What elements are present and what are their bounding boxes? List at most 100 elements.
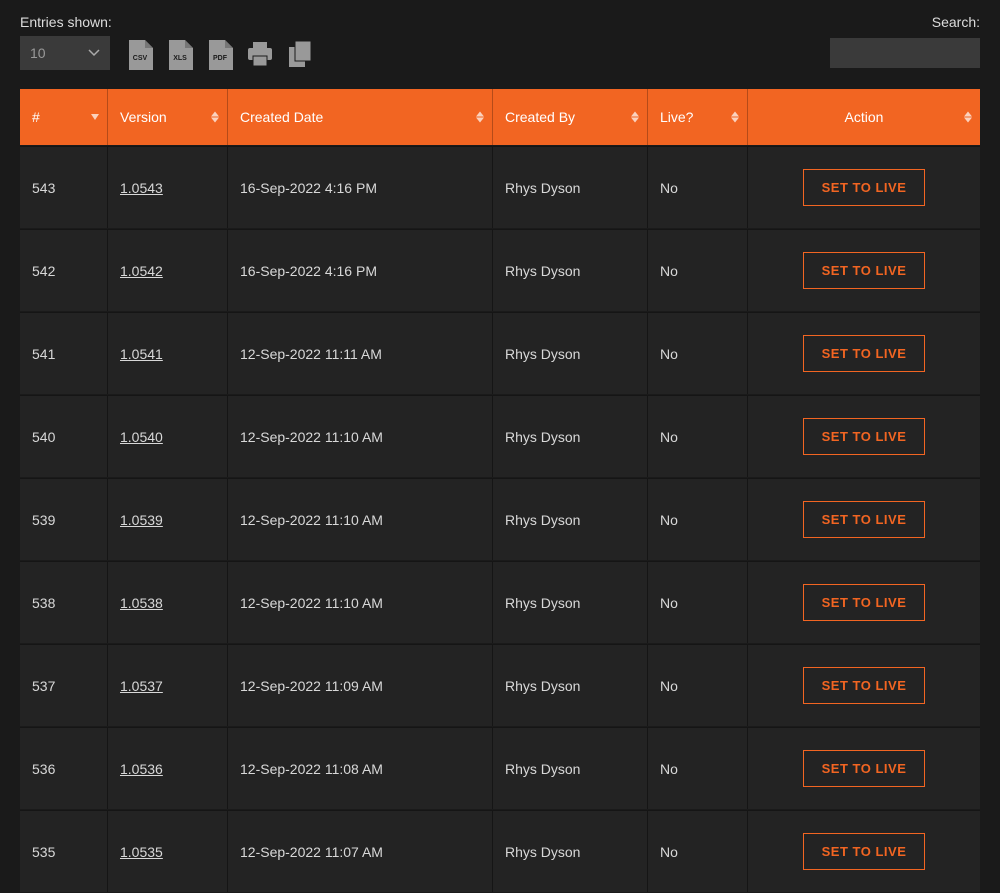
cell-created-date: 16-Sep-2022 4:16 PM bbox=[228, 229, 493, 311]
cell-created-by: Rhys Dyson bbox=[493, 229, 648, 311]
cell-number: 543 bbox=[20, 146, 108, 228]
entries-shown-value: 10 bbox=[30, 45, 46, 61]
version-link[interactable]: 1.0539 bbox=[120, 512, 163, 528]
cell-action: SET TO LIVE bbox=[748, 810, 980, 892]
table-row: 538 1.0538 12-Sep-2022 11:10 AMRhys DysonN… bbox=[20, 561, 980, 643]
cell-created-date: 12-Sep-2022 11:10 AM bbox=[228, 561, 493, 643]
cell-version: 1.0541 bbox=[108, 312, 228, 394]
export-xls-icon[interactable]: XLS bbox=[166, 40, 194, 70]
cell-created-date: 16-Sep-2022 4:16 PM bbox=[228, 146, 493, 228]
cell-action: SET TO LIVE bbox=[748, 312, 980, 394]
cell-action: SET TO LIVE bbox=[748, 395, 980, 477]
cell-created-by: Rhys Dyson bbox=[493, 395, 648, 477]
search-label: Search: bbox=[932, 14, 980, 30]
version-link[interactable]: 1.0541 bbox=[120, 346, 163, 362]
version-link[interactable]: 1.0540 bbox=[120, 429, 163, 445]
table-row: 5411.054112-Sep-2022 11:11 AMRhys DysonN… bbox=[20, 312, 980, 394]
cell-live: No bbox=[648, 229, 748, 311]
set-to-live-button[interactable]: SET TO LIVE bbox=[803, 584, 926, 621]
table-row: 5391.053912-Sep-2022 11:10 AMRhys DysonN… bbox=[20, 478, 980, 560]
cell-number: 541 bbox=[20, 312, 108, 394]
export-icons: CSV XLS PDF bbox=[126, 40, 314, 70]
cell-action: SET TO LIVE bbox=[748, 727, 980, 809]
version-link[interactable]: 1.0543 bbox=[120, 180, 163, 196]
toolbar-left: Entries shown: 10 CSV XLS PDF bbox=[20, 14, 314, 70]
set-to-live-button[interactable]: SET TO LIVE bbox=[803, 667, 926, 704]
sort-icon bbox=[631, 112, 639, 123]
cell-live: No bbox=[648, 312, 748, 394]
search-input[interactable] bbox=[830, 38, 980, 68]
cell-created-by: Rhys Dyson bbox=[493, 146, 648, 228]
sort-desc-icon bbox=[91, 114, 99, 120]
column-header-live[interactable]: Live? bbox=[648, 89, 748, 145]
column-header-version[interactable]: Version bbox=[108, 89, 228, 145]
cell-live: No bbox=[648, 395, 748, 477]
cell-live: No bbox=[648, 561, 748, 643]
cell-created-date: 12-Sep-2022 11:10 AM bbox=[228, 395, 493, 477]
data-table: # Version Created Date Cr bbox=[20, 88, 980, 893]
entries-shown-select[interactable]: 10 bbox=[20, 36, 110, 70]
cell-version: 1.0536 bbox=[108, 727, 228, 809]
set-to-live-button[interactable]: SET TO LIVE bbox=[803, 833, 926, 870]
cell-number: 539 bbox=[20, 478, 108, 560]
cell-version: 1.0535 bbox=[108, 810, 228, 892]
cell-created-date: 12-Sep-2022 11:09 AM bbox=[228, 644, 493, 726]
table-row: 540 1.0540 12-Sep-2022 11:10 AMRhys DysonN… bbox=[20, 395, 980, 477]
set-to-live-button[interactable]: SET TO LIVE bbox=[803, 335, 926, 372]
svg-text:CSV: CSV bbox=[133, 55, 148, 62]
table-row: 5351.053512-Sep-2022 11:07 AMRhys DysonN… bbox=[20, 810, 980, 892]
svg-text:XLS: XLS bbox=[173, 55, 187, 62]
cell-number: 542 bbox=[20, 229, 108, 311]
table-row: 542 1.0542 16-Sep-2022 4:16 PMRhys DysonNo… bbox=[20, 229, 980, 311]
version-link[interactable]: 1.0537 bbox=[120, 678, 163, 694]
version-link[interactable]: 1.0536 bbox=[120, 761, 163, 777]
svg-text:PDF: PDF bbox=[213, 55, 228, 62]
version-link[interactable]: 1.0535 bbox=[120, 844, 163, 860]
set-to-live-button[interactable]: SET TO LIVE bbox=[803, 418, 926, 455]
cell-number: 535 bbox=[20, 810, 108, 892]
cell-number: 540 bbox=[20, 395, 108, 477]
cell-live: No bbox=[648, 644, 748, 726]
entries-shown-group: Entries shown: 10 bbox=[20, 14, 112, 70]
column-header-action[interactable]: Action bbox=[748, 89, 980, 145]
cell-created-by: Rhys Dyson bbox=[493, 810, 648, 892]
export-pdf-icon[interactable]: PDF bbox=[206, 40, 234, 70]
cell-created-by: Rhys Dyson bbox=[493, 727, 648, 809]
cell-created-date: 12-Sep-2022 11:08 AM bbox=[228, 727, 493, 809]
version-link[interactable]: 1.0538 bbox=[120, 595, 163, 611]
set-to-live-button[interactable]: SET TO LIVE bbox=[803, 750, 926, 787]
table-row: 5371.053712-Sep-2022 11:09 AMRhys DysonN… bbox=[20, 644, 980, 726]
cell-version: 1.0543 bbox=[108, 146, 228, 228]
entries-shown-label: Entries shown: bbox=[20, 14, 112, 30]
cell-version: 1.0540 bbox=[108, 395, 228, 477]
cell-created-by: Rhys Dyson bbox=[493, 478, 648, 560]
cell-action: SET TO LIVE bbox=[748, 644, 980, 726]
cell-version: 1.0539 bbox=[108, 478, 228, 560]
copy-icon[interactable] bbox=[286, 40, 314, 70]
cell-action: SET TO LIVE bbox=[748, 561, 980, 643]
cell-live: No bbox=[648, 478, 748, 560]
cell-version: 1.0542 bbox=[108, 229, 228, 311]
sort-icon bbox=[476, 112, 484, 123]
column-header-number[interactable]: # bbox=[20, 89, 108, 145]
set-to-live-button[interactable]: SET TO LIVE bbox=[803, 252, 926, 289]
cell-version: 1.0537 bbox=[108, 644, 228, 726]
export-csv-icon[interactable]: CSV bbox=[126, 40, 154, 70]
version-link[interactable]: 1.0542 bbox=[120, 263, 163, 279]
cell-number: 538 bbox=[20, 561, 108, 643]
set-to-live-button[interactable]: SET TO LIVE bbox=[803, 501, 926, 538]
cell-created-by: Rhys Dyson bbox=[493, 561, 648, 643]
cell-created-by: Rhys Dyson bbox=[493, 312, 648, 394]
cell-version: 1.0538 bbox=[108, 561, 228, 643]
column-header-created-date[interactable]: Created Date bbox=[228, 89, 493, 145]
set-to-live-button[interactable]: SET TO LIVE bbox=[803, 169, 926, 206]
cell-action: SET TO LIVE bbox=[748, 229, 980, 311]
sort-icon bbox=[964, 112, 972, 123]
table-row: 5431.054316-Sep-2022 4:16 PMRhys DysonNo… bbox=[20, 146, 980, 228]
toolbar: Entries shown: 10 CSV XLS PDF bbox=[20, 0, 980, 70]
column-header-created-by[interactable]: Created By bbox=[493, 89, 648, 145]
cell-action: SET TO LIVE bbox=[748, 478, 980, 560]
table-row: 5361.053612-Sep-2022 11:08 AMRhys DysonN… bbox=[20, 727, 980, 809]
print-icon[interactable] bbox=[246, 40, 274, 70]
cell-live: No bbox=[648, 810, 748, 892]
